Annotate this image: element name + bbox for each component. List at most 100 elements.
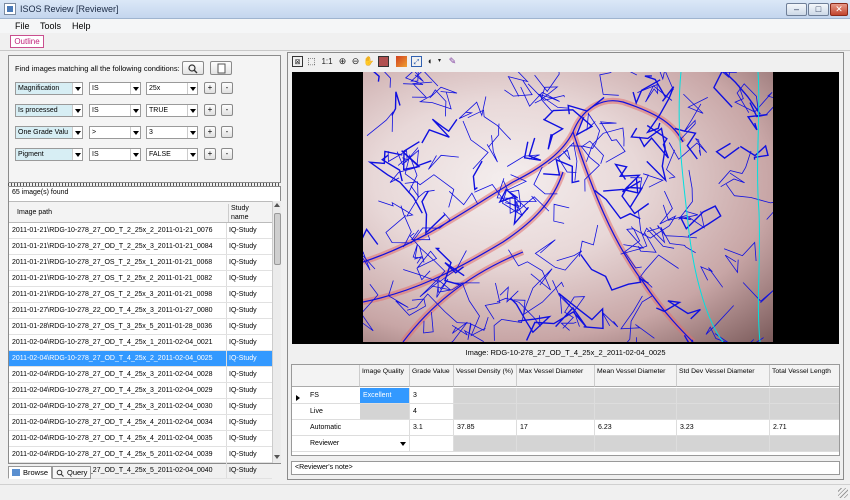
remove-condition-button[interactable]: - bbox=[221, 148, 233, 160]
review-cell[interactable]: 4 bbox=[410, 404, 454, 420]
condition-operator-select[interactable]: IS bbox=[89, 82, 141, 95]
review-cell[interactable]: 3 bbox=[410, 388, 454, 404]
review-cell[interactable] bbox=[677, 404, 770, 420]
contrast-dropdown-icon[interactable]: ▾ bbox=[434, 56, 445, 67]
condition-value-select[interactable]: FALSE bbox=[146, 148, 198, 161]
table-row[interactable]: 2011-02-04\RDG-10-278_27_OD_T_4_25x_3_20… bbox=[9, 367, 272, 383]
review-cell[interactable]: 2.71 bbox=[770, 420, 839, 436]
fit-icon[interactable]: ⊠ bbox=[292, 56, 303, 67]
resize-grip[interactable] bbox=[838, 488, 848, 498]
table-row[interactable]: 2011-02-04\RDG-10-278_27_OD_T_4_25x_3_20… bbox=[9, 399, 272, 415]
table-row[interactable]: 2011-02-04\RDG-10-278_27_OD_T_4_25x_5_20… bbox=[9, 447, 272, 463]
table-row[interactable]: 2011-01-21\RDG-10-278_27_OS_T_2_25x_2_20… bbox=[9, 271, 272, 287]
review-col-header[interactable]: Std Dev Vessel Diameter bbox=[677, 365, 770, 387]
results-scrollbar[interactable] bbox=[272, 201, 281, 463]
review-cell[interactable] bbox=[677, 436, 770, 452]
scroll-down-icon[interactable] bbox=[274, 455, 280, 459]
review-cell[interactable] bbox=[410, 436, 454, 452]
color-map-icon[interactable] bbox=[396, 56, 407, 67]
condition-operator-select[interactable]: IS bbox=[89, 148, 141, 161]
review-col-header[interactable]: Grade Value bbox=[410, 365, 454, 387]
review-cell[interactable]: 3.23 bbox=[677, 420, 770, 436]
add-condition-button[interactable]: + bbox=[204, 148, 216, 160]
scroll-up-icon[interactable] bbox=[274, 203, 280, 207]
review-cell[interactable] bbox=[517, 388, 595, 404]
overlay-toggle-icon[interactable] bbox=[378, 56, 389, 67]
minimize-button[interactable]: – bbox=[786, 3, 807, 16]
col-image-path[interactable]: Image path bbox=[17, 209, 52, 216]
review-cell[interactable] bbox=[360, 420, 410, 436]
remove-condition-button[interactable]: - bbox=[221, 104, 233, 116]
review-cell[interactable]: 3.1 bbox=[410, 420, 454, 436]
table-row[interactable]: 2011-01-28\RDG-10-278_27_OS_T_3_25x_5_20… bbox=[9, 319, 272, 335]
review-cell[interactable] bbox=[595, 404, 677, 420]
table-row[interactable]: 2011-02-04\RDG-10-278_27_OD_T_4_25x_4_20… bbox=[9, 415, 272, 431]
review-cell[interactable] bbox=[360, 436, 410, 452]
table-row[interactable]: 2011-01-21\RDG-10-278_27_OS_T_2_25x_1_20… bbox=[9, 255, 272, 271]
new-query-button[interactable] bbox=[210, 61, 232, 75]
condition-value-select[interactable]: 3 bbox=[146, 126, 198, 139]
review-cell[interactable] bbox=[677, 388, 770, 404]
review-cell[interactable] bbox=[770, 388, 839, 404]
review-col-header[interactable]: Max Vessel Diameter bbox=[517, 365, 595, 387]
menu-help[interactable]: Help bbox=[72, 21, 91, 31]
review-col-header[interactable]: Vessel Density (%) bbox=[454, 365, 517, 387]
condition-value-select[interactable]: 25x bbox=[146, 82, 198, 95]
reviewer-note-input[interactable]: <Reviewer's note> bbox=[291, 461, 840, 475]
table-row[interactable]: 2011-01-27\RDG-10-278_22_OD_T_4_25x_3_20… bbox=[9, 303, 272, 319]
condition-field-select[interactable]: One Grade Valu bbox=[15, 126, 83, 139]
close-button[interactable]: ✕ bbox=[830, 3, 848, 16]
image-viewer[interactable] bbox=[292, 72, 839, 344]
condition-operator-select[interactable]: > bbox=[89, 126, 141, 139]
condition-field-select[interactable]: Is processed bbox=[15, 104, 83, 117]
review-col-header[interactable]: Image Quality bbox=[360, 365, 410, 387]
review-cell[interactable] bbox=[595, 388, 677, 404]
review-cell[interactable] bbox=[770, 436, 839, 452]
fullscreen-icon[interactable]: ⤢ bbox=[411, 56, 422, 67]
remove-condition-button[interactable]: - bbox=[221, 82, 233, 94]
add-condition-button[interactable]: + bbox=[204, 82, 216, 94]
table-row[interactable]: 2011-02-04\RDG-10-278_27_OD_T_4_25x_3_20… bbox=[9, 383, 272, 399]
search-button[interactable] bbox=[182, 61, 204, 75]
actual-size-button[interactable]: 1:1 bbox=[320, 56, 334, 67]
table-row[interactable]: 2011-01-21\RDG-10-278_27_OD_T_2_25x_3_20… bbox=[9, 239, 272, 255]
review-cell[interactable]: 37.85 bbox=[454, 420, 517, 436]
review-cell[interactable] bbox=[770, 404, 839, 420]
pan-hand-icon[interactable]: ✋ bbox=[363, 56, 374, 67]
table-row[interactable]: 2011-02-04\RDG-10-278_27_OD_T_4_25x_1_20… bbox=[9, 335, 272, 351]
review-cell[interactable] bbox=[595, 436, 677, 452]
condition-operator-select[interactable]: IS bbox=[89, 104, 141, 117]
review-cell[interactable] bbox=[454, 388, 517, 404]
review-cell[interactable]: 6.23 bbox=[595, 420, 677, 436]
review-col-header[interactable]: Mean Vessel Diameter bbox=[595, 365, 677, 387]
review-cell[interactable] bbox=[360, 404, 410, 420]
maximize-button[interactable]: □ bbox=[808, 3, 829, 16]
review-cell[interactable] bbox=[517, 436, 595, 452]
zoom-out-icon[interactable]: ⊖ bbox=[350, 56, 361, 67]
add-condition-button[interactable]: + bbox=[204, 104, 216, 116]
outline-tab[interactable]: Outline bbox=[10, 35, 44, 48]
annotate-icon[interactable]: ✎ bbox=[447, 56, 458, 67]
tab-query[interactable]: Query bbox=[52, 466, 92, 479]
review-cell[interactable] bbox=[454, 404, 517, 420]
condition-field-select[interactable]: Magnification bbox=[15, 82, 83, 95]
menu-tools[interactable]: Tools bbox=[40, 21, 61, 31]
review-cell[interactable]: 17 bbox=[517, 420, 595, 436]
add-condition-button[interactable]: + bbox=[204, 126, 216, 138]
review-col-header[interactable]: Total Vessel Length bbox=[770, 365, 839, 387]
select-region-icon[interactable]: ⬚ bbox=[306, 56, 317, 67]
menu-file[interactable]: File bbox=[15, 21, 30, 31]
condition-value-select[interactable]: TRUE bbox=[146, 104, 198, 117]
scroll-thumb[interactable] bbox=[274, 213, 281, 265]
table-row[interactable]: 2011-01-21\RDG-10-278_27_OD_T_2_25x_2_20… bbox=[9, 223, 272, 239]
col-study-name[interactable]: Study name bbox=[228, 204, 268, 222]
table-row[interactable]: 2011-02-04\RDG-10-278_27_OD_T_4_25x_2_20… bbox=[9, 351, 272, 367]
zoom-in-icon[interactable]: ⊕ bbox=[337, 56, 348, 67]
table-row[interactable]: 2011-02-04\RDG-10-278_27_OD_T_4_25x_4_20… bbox=[9, 431, 272, 447]
condition-field-select[interactable]: Pigment bbox=[15, 148, 83, 161]
review-cell[interactable] bbox=[454, 436, 517, 452]
review-cell[interactable]: Excellent bbox=[360, 388, 410, 404]
table-row[interactable]: 2011-01-21\RDG-10-278_27_OS_T_2_25x_3_20… bbox=[9, 287, 272, 303]
remove-condition-button[interactable]: - bbox=[221, 126, 233, 138]
review-cell[interactable] bbox=[517, 404, 595, 420]
